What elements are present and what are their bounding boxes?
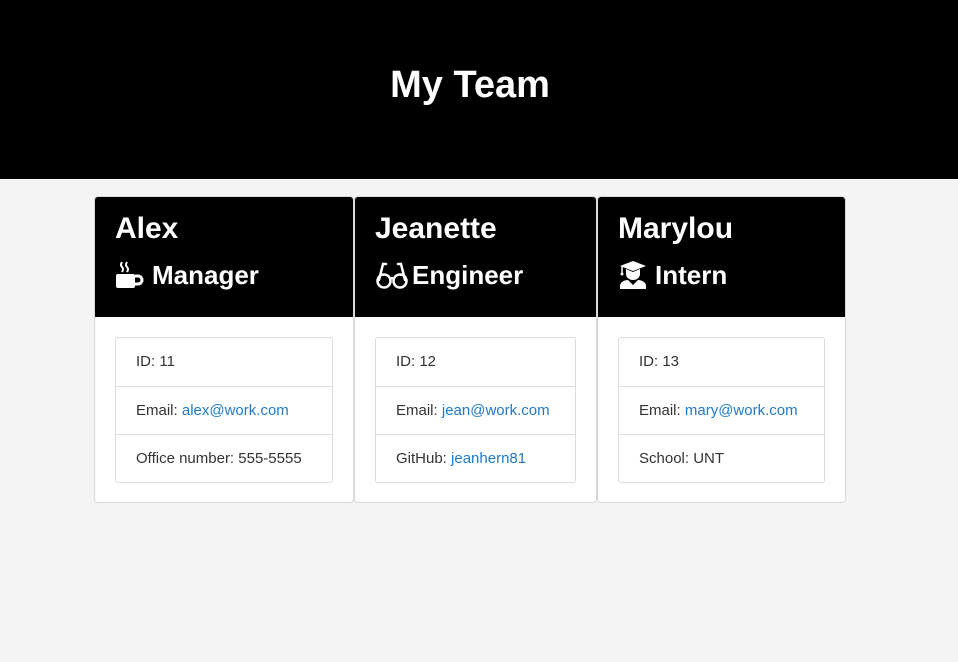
employee-role: Intern — [618, 259, 727, 291]
card-header: Alex Manager — [95, 197, 353, 317]
employee-details-list: ID: 11 Email: alex@work.com Office numbe… — [115, 337, 333, 483]
role-label: Intern — [655, 260, 728, 290]
id-value: 12 — [419, 353, 437, 370]
email-link[interactable]: jean@work.com — [442, 402, 550, 419]
id-label: ID: — [639, 353, 659, 370]
id-row: ID: 13 — [619, 338, 824, 386]
role-label: Manager — [152, 260, 259, 290]
page-title: My Team — [390, 64, 550, 106]
office-number-label: Office number: — [136, 450, 235, 467]
employee-card-intern: Marylou Intern ID: 13 Email: mary@work.c… — [597, 196, 846, 503]
employee-name: Marylou — [618, 212, 734, 245]
id-row: ID: 12 — [376, 338, 575, 386]
email-label: Email: — [396, 402, 438, 419]
email-label: Email: — [639, 402, 681, 419]
employee-details-list: ID: 12 Email: jean@work.com GitHub: jean… — [375, 337, 576, 483]
office-number-row: Office number: 555-5555 — [116, 434, 332, 482]
employee-card-engineer: Jeanette Engineer ID: 12 Email: jean@wor… — [354, 196, 597, 503]
school-value: UNT — [693, 450, 725, 467]
school-label: School: — [639, 450, 690, 467]
graduate-icon — [618, 260, 648, 290]
school-row: School: UNT — [619, 434, 824, 482]
email-link[interactable]: alex@work.com — [182, 402, 289, 419]
employee-details-list: ID: 13 Email: mary@work.com School: UNT — [618, 337, 825, 483]
office-number-value: 555-5555 — [238, 450, 302, 467]
email-label: Email: — [136, 402, 178, 419]
email-row: Email: alex@work.com — [116, 386, 332, 434]
employee-role: Engineer — [375, 259, 523, 291]
mug-icon — [115, 260, 145, 290]
email-row: Email: jean@work.com — [376, 386, 575, 434]
glasses-icon — [375, 260, 408, 290]
github-label: GitHub: — [396, 450, 447, 467]
card-header: Marylou Intern — [598, 197, 845, 317]
employee-name: Alex — [115, 212, 179, 245]
card-header: Jeanette Engineer — [355, 197, 596, 317]
employee-name: Jeanette — [375, 212, 497, 245]
page-header: My Team — [0, 0, 958, 179]
id-row: ID: 11 — [116, 338, 332, 386]
employee-role: Manager — [115, 259, 259, 291]
employee-card-manager: Alex Manager ID: 11 Email: alex@work.com… — [94, 196, 354, 503]
github-link[interactable]: jeanhern81 — [451, 450, 526, 467]
id-value: 11 — [159, 353, 175, 370]
id-value: 13 — [662, 353, 680, 370]
id-label: ID: — [396, 353, 416, 370]
github-row: GitHub: jeanhern81 — [376, 434, 575, 482]
id-label: ID: — [136, 353, 156, 370]
email-link[interactable]: mary@work.com — [685, 402, 798, 419]
email-row: Email: mary@work.com — [619, 386, 824, 434]
role-label: Engineer — [412, 260, 524, 290]
